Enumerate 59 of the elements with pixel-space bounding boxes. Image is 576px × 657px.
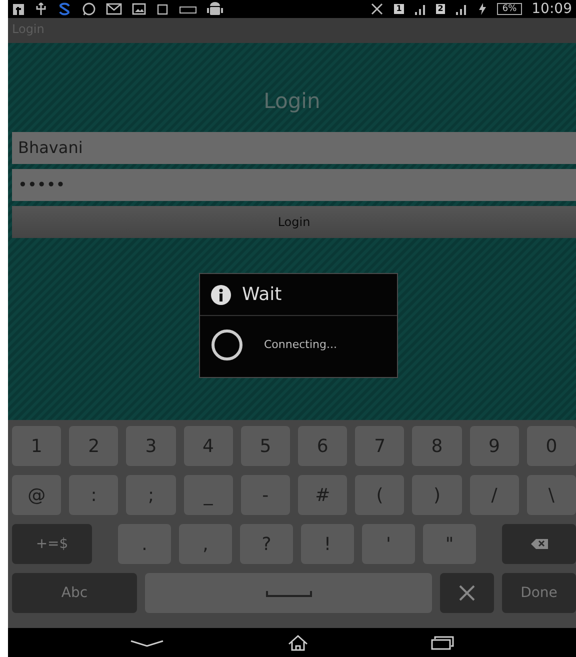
keyboard-key[interactable]: 6 [298,426,348,466]
tools-key[interactable] [440,573,494,613]
keyboard-key[interactable]: ? [240,524,293,564]
keyboard-key[interactable]: - [240,475,290,515]
space-icon [266,590,312,596]
sim-badge: 2 [436,4,446,14]
shift-key[interactable]: +=$ [12,524,92,564]
signal-icon [455,2,468,16]
recent-apps-icon[interactable] [431,634,455,650]
square-icon [156,2,169,16]
dialog-message: Connecting... [264,336,337,353]
info-icon [210,284,232,306]
mail-icon [106,2,122,16]
sync-icon [57,2,72,16]
keyboard-key[interactable]: 2 [69,426,118,466]
password-field[interactable]: ••••• [12,168,576,200]
keyboard-key[interactable]: 3 [126,426,176,466]
keyboard-key[interactable]: ' [362,524,415,564]
keyboard-key[interactable]: 8 [412,426,462,466]
keyboard-key[interactable]: . [118,524,171,564]
keyboard-key[interactable]: @ [12,475,62,515]
keyboard-key[interactable]: : [69,475,118,515]
done-key[interactable]: Done [502,573,576,613]
keyboard-key[interactable]: \ [526,475,576,515]
keyboard-key[interactable]: ) [412,475,462,515]
keyboard-key[interactable]: # [298,475,348,515]
keyboard-key[interactable]: 1 [12,426,62,466]
keyboard-key[interactable]: ( [355,475,404,515]
login-button[interactable]: Login [12,206,576,238]
keyboard-key[interactable]: 4 [184,426,233,466]
keyboard-key[interactable]: 0 [526,426,576,466]
home-icon[interactable] [287,634,309,652]
chat-icon [82,2,96,16]
usb-icon [35,2,47,16]
charging-icon [477,2,488,16]
clock-time: 10:09 [532,0,572,18]
image-icon [132,2,146,16]
backspace-key[interactable] [502,524,576,564]
keyboard-key[interactable]: ! [301,524,354,564]
spinner-icon [210,328,244,362]
keyboard-key[interactable]: " [423,524,476,564]
keyboard-key[interactable]: 5 [240,426,290,466]
username-field[interactable]: Bhavani [12,132,576,164]
keyboard-key[interactable]: ; [126,475,176,515]
back-icon[interactable] [129,638,165,648]
sim-badge: 1 [394,4,404,14]
dialog-title: Wait [242,283,282,307]
battery-indicator: 6% [497,3,522,15]
backspace-icon [529,538,549,550]
keyboard-key[interactable]: 9 [470,426,519,466]
keyboard-key[interactable]: _ [184,475,233,515]
form-heading: Login [262,88,322,115]
keyboard-key[interactable]: 7 [355,426,404,466]
signal-icon [414,2,426,16]
mode-key[interactable]: Abc [12,573,137,613]
keyboard-key[interactable]: , [179,524,232,564]
android-icon [207,2,223,16]
app-icon [12,2,25,16]
keyboard-key[interactable]: / [470,475,519,515]
